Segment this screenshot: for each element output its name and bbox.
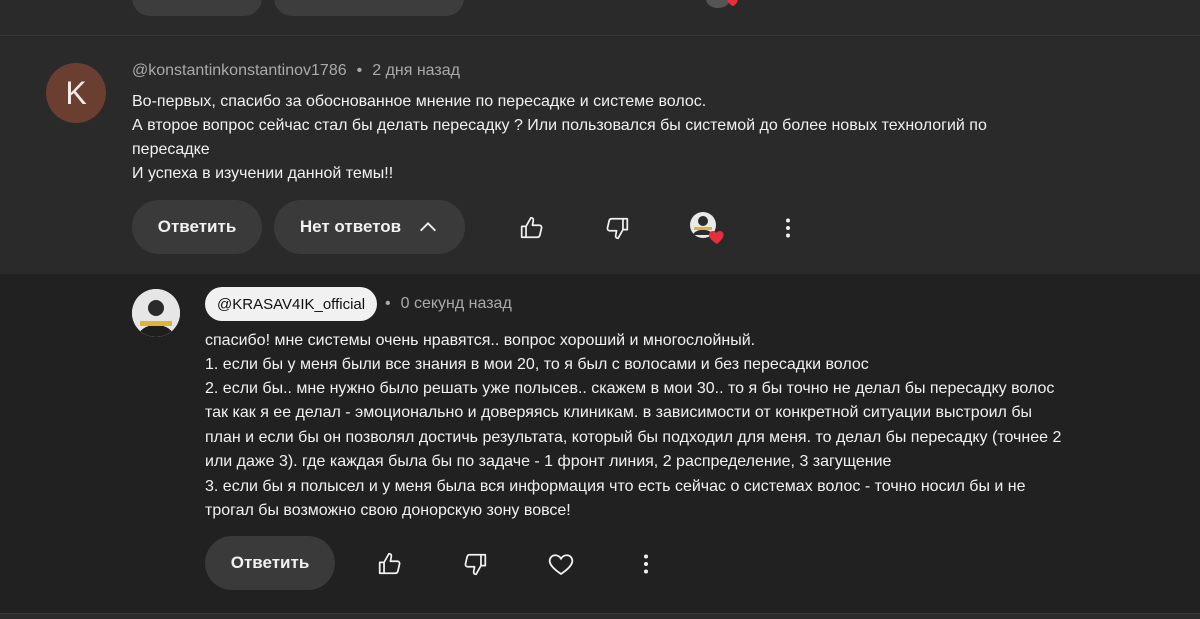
dislike-button[interactable]: [455, 544, 495, 584]
avatar-letter: K: [65, 74, 87, 111]
avatar[interactable]: [132, 289, 180, 337]
creator-heart-button[interactable]: [686, 208, 726, 248]
comment-author[interactable]: @konstantinkonstantinov1786: [132, 62, 347, 79]
reply-header: • 0 секунд назад: [385, 295, 512, 313]
comment-line: Во-первых, спасибо за обоснованное мнени…: [132, 93, 707, 110]
reply-button[interactable]: Ответить: [132, 200, 262, 254]
chevron-up-icon: [420, 222, 437, 232]
previous-replies-button[interactable]: [274, 0, 464, 16]
like-button[interactable]: [370, 544, 410, 584]
more-vert-icon: [786, 218, 790, 238]
comment-header: @konstantinkonstantinov1786 • 2 дня назад: [132, 62, 460, 80]
thumbs-up-icon: [520, 216, 543, 239]
reply-author-chip[interactable]: @KRASAV4IK_official: [205, 287, 378, 321]
comment-line: А второе вопрос сейчас стал бы делать пе…: [132, 117, 987, 134]
creator-avatar-icon: [132, 289, 180, 337]
reply-button[interactable]: Ответить: [205, 536, 335, 590]
more-options-button[interactable]: [768, 208, 808, 248]
like-button[interactable]: [512, 208, 552, 248]
previous-reply-button[interactable]: [132, 0, 262, 16]
comment-line: пересадке: [132, 141, 210, 158]
reply-line: трогал бы возможно свою донорскую зону в…: [205, 502, 571, 519]
heart-icon: [548, 554, 574, 576]
reply-author: @KRASAV4IK_official: [217, 295, 366, 313]
heart-button[interactable]: [541, 544, 581, 584]
reply-line: 1. если бы у меня были все знания в мои …: [205, 356, 869, 373]
avatar[interactable]: K: [46, 63, 106, 123]
reply-line: 2. если бы.. мне нужно было решать уже п…: [205, 380, 1055, 397]
comment-line: И успеха в изучении данной темы!!: [132, 165, 394, 182]
creator-heart-icon: [727, 0, 738, 7]
previous-comment-actions: [0, 0, 1200, 36]
creator-heart-icon: [690, 212, 724, 244]
thumbs-down-icon: [606, 217, 629, 240]
separator: •: [385, 295, 391, 312]
more-options-button[interactable]: [626, 544, 666, 584]
reply-button-label: Ответить: [230, 553, 310, 572]
thumbs-up-icon: [378, 552, 401, 575]
reply-line: так как я ее делал - эмоционально и дове…: [205, 404, 1032, 421]
comment-time[interactable]: 2 дня назад: [372, 62, 460, 79]
separator: •: [356, 62, 363, 79]
reply-time[interactable]: 0 секунд назад: [401, 295, 512, 312]
thumbs-down-icon: [464, 553, 487, 576]
divider: [0, 613, 1200, 619]
reply-line: спасибо! мне системы очень нравятся.. во…: [205, 332, 756, 349]
replies-toggle-label: Нет ответов: [299, 217, 402, 236]
more-vert-icon: [644, 554, 648, 574]
reply-line: план и если бы он позволял достичь резул…: [205, 429, 1062, 446]
reply-line: 3. если бы я полысел и у меня была вся и…: [205, 478, 1026, 495]
dislike-button[interactable]: [597, 208, 637, 248]
reply-button-label: Ответить: [157, 217, 237, 236]
reply-line: или даже 3). где каждая была бы по задач…: [205, 453, 892, 470]
replies-toggle-button[interactable]: Нет ответов: [274, 200, 465, 254]
